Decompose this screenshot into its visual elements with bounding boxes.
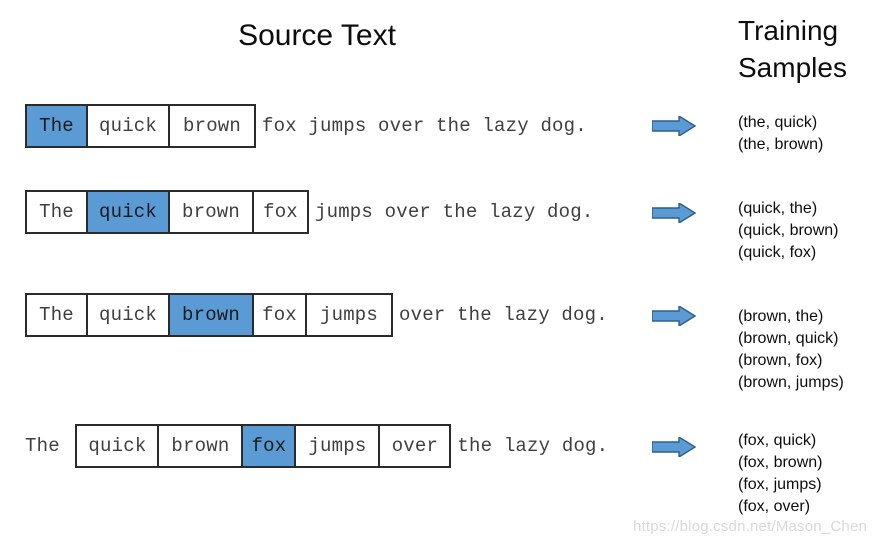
word-cell-focus[interactable]: quick (88, 192, 170, 232)
sample-item: (fox, brown) (738, 454, 823, 471)
right-arrow-icon (652, 437, 696, 457)
training-samples-list-3: (brown, the) (brown, quick) (brown, fox)… (738, 306, 844, 394)
word-cell[interactable]: fox (254, 192, 307, 232)
word-cell[interactable]: The (27, 192, 88, 232)
training-samples-list-4: (fox, quick) (fox, brown) (fox, jumps) (… (738, 430, 822, 518)
sentence-remainder-1: fox jumps over the lazy dog. (262, 115, 587, 137)
watermark: https://blog.csdn.net/Mason_Chen (633, 518, 868, 535)
word-cell[interactable]: brown (170, 106, 254, 146)
word-cell[interactable]: brown (159, 426, 244, 466)
sample-item: (fox, quick) (738, 432, 817, 449)
sentence-row-2: The quick brown fox jumps over the lazy … (25, 190, 593, 234)
context-window-4: quick brown fox jumps over (75, 424, 452, 468)
right-arrow-icon (652, 203, 696, 223)
word-cell-focus[interactable]: brown (170, 295, 254, 335)
sample-item: (fox, jumps) (738, 476, 822, 493)
right-arrow-icon (652, 306, 696, 326)
right-arrow-icon (652, 116, 696, 136)
word-cell[interactable]: quick (88, 295, 170, 335)
context-window-2: The quick brown fox (25, 190, 309, 234)
word-cell[interactable]: jumps (307, 295, 391, 335)
sentence-row-4: The quick brown fox jumps over the lazy … (25, 424, 608, 468)
sentence-row-1: The quick brown fox jumps over the lazy … (25, 104, 587, 148)
word-cell-focus[interactable]: The (27, 106, 88, 146)
sample-item: (fox, over) (738, 498, 811, 515)
sentence-row-3: The quick brown fox jumps over the lazy … (25, 293, 608, 337)
word-cell[interactable]: brown (170, 192, 254, 232)
sample-item: (brown, the) (738, 308, 824, 325)
training-samples-list-2: (quick, the) (quick, brown) (quick, fox) (738, 198, 838, 264)
sentence-remainder-2: jumps over the lazy dog. (315, 201, 594, 223)
sample-item: (quick, fox) (738, 244, 817, 261)
page-title-source-text: Source Text (238, 19, 396, 52)
sentence-prefix-4: The (25, 435, 72, 457)
sample-item: (brown, fox) (738, 352, 823, 369)
sample-item: (the, quick) (738, 114, 818, 131)
sentence-remainder-4: the lazy dog. (457, 435, 609, 457)
sample-item: (quick, brown) (738, 222, 839, 239)
word-cell[interactable]: jumps (296, 426, 381, 466)
word-cell-focus[interactable]: fox (243, 426, 297, 466)
training-title-line-1: Training (738, 15, 839, 46)
sample-item: (brown, quick) (738, 330, 839, 347)
sample-item: (brown, jumps) (738, 374, 844, 391)
sample-item: (quick, the) (738, 200, 818, 217)
word-cell[interactable]: The (27, 295, 88, 335)
sample-item: (the, brown) (738, 136, 824, 153)
word-cell[interactable]: fox (254, 295, 307, 335)
word-cell[interactable]: over (380, 426, 450, 466)
context-window-3: The quick brown fox jumps (25, 293, 393, 337)
training-samples-list-1: (the, quick) (the, brown) (738, 112, 823, 156)
diagram-canvas: Source Text Training Samples The quick b… (0, 0, 882, 551)
page-title-training-samples: Training Samples (738, 12, 882, 86)
sentence-remainder-3: over the lazy dog. (399, 304, 608, 326)
word-cell[interactable]: quick (88, 106, 170, 146)
word-cell[interactable]: quick (77, 426, 160, 466)
training-title-line-2: Samples (738, 52, 847, 83)
context-window-1: The quick brown (25, 104, 256, 148)
